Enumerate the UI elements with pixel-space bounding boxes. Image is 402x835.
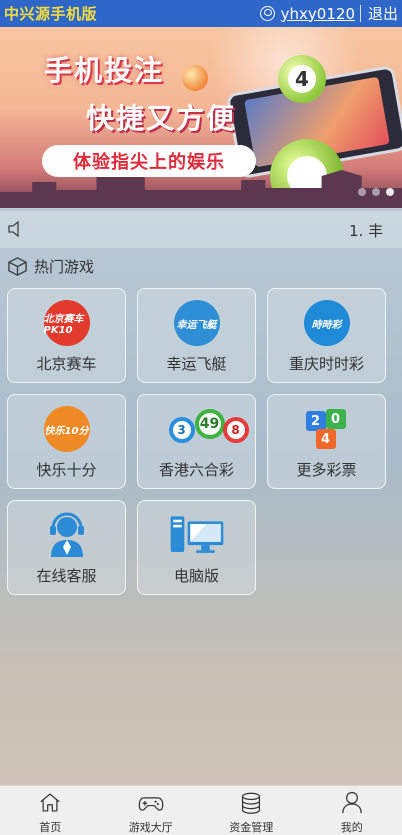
game-tile-more-lottery[interactable]: 2 0 4 更多彩票 <box>267 394 386 489</box>
divider <box>359 5 361 22</box>
banner-headline-2: 快捷又方便 <box>86 102 237 135</box>
lucky-airship-logo: 幸运飞艇 <box>173 300 220 346</box>
section-title: 热门游戏 <box>34 258 95 276</box>
customer-service-icon <box>49 512 84 557</box>
number-cards-icon: 2 0 4 <box>304 407 350 451</box>
game-tile-chongqing-ssc[interactable]: 時時彩 重庆时时彩 <box>267 288 386 383</box>
nav-label: 游戏大厅 <box>128 821 173 834</box>
home-icon <box>40 793 60 812</box>
banner-headline-1: 手机投注 <box>44 54 165 87</box>
section-header: 热门游戏 <box>7 256 94 277</box>
coins-icon <box>242 792 261 814</box>
lottery-balls-icon: 3 49 8 <box>168 409 249 449</box>
lottery-ball-small <box>182 65 208 91</box>
speaker-icon <box>8 220 19 238</box>
user-icon <box>259 6 275 21</box>
chongqing-ssc-logo: 時時彩 <box>303 300 350 346</box>
nav-label: 首页 <box>39 821 62 834</box>
carousel-dot[interactable] <box>372 188 380 196</box>
happy-ten-logo: 快乐10分 <box>43 406 90 452</box>
game-label: 重庆时时彩 <box>288 355 364 373</box>
game-tile-happy-ten[interactable]: 快乐10分 快乐十分 <box>7 394 126 489</box>
bottom-nav: 首页 游戏大厅 资金管理 我的 <box>0 785 402 835</box>
game-label: 电脑版 <box>173 567 219 585</box>
top-bar: 中兴源手机版 yhxy0120 退出 <box>0 0 402 27</box>
game-label: 幸运飞艇 <box>166 355 227 373</box>
gamepad-icon <box>138 797 164 811</box>
nav-home[interactable]: 首页 <box>0 786 101 835</box>
cube-icon <box>8 257 27 276</box>
notice-bar: 1. 丰 <box>0 211 402 248</box>
nav-funds[interactable]: 资金管理 <box>201 786 302 835</box>
game-label: 在线客服 <box>36 567 97 585</box>
app-brand: 中兴源手机版 <box>4 5 98 23</box>
desktop-computer-icon <box>170 516 223 553</box>
game-tile-beijing-racing[interactable]: 北京赛车 PK10 北京赛车 <box>7 288 126 383</box>
game-label: 北京赛车 <box>36 355 97 373</box>
logout-button[interactable]: 退出 <box>368 3 398 24</box>
lottery-ball-4: 4 <box>278 55 326 103</box>
banner-tagline: 体验指尖上的娱乐 <box>42 145 256 177</box>
tile-desktop-version[interactable]: 电脑版 <box>137 500 256 595</box>
game-label: 香港六合彩 <box>158 461 234 479</box>
notice-text: 1. 丰 <box>349 222 384 240</box>
carousel-dot-active[interactable] <box>386 188 394 196</box>
promo-banner[interactable]: 4 手机投注 快捷又方便 体验指尖上的娱乐 <box>0 27 402 208</box>
username-link[interactable]: yhxy0120 <box>281 5 355 23</box>
nav-mine[interactable]: 我的 <box>302 786 402 835</box>
game-tile-hk-mark-six[interactable]: 3 49 8 香港六合彩 <box>137 394 256 489</box>
nav-label: 我的 <box>340 821 363 834</box>
game-tile-lucky-airship[interactable]: 幸运飞艇 幸运飞艇 <box>137 288 256 383</box>
carousel-dots[interactable] <box>358 188 394 196</box>
game-label: 更多彩票 <box>296 461 357 479</box>
user-box: yhxy0120 退出 <box>259 3 398 24</box>
carousel-dot[interactable] <box>358 188 366 196</box>
nav-label: 资金管理 <box>229 821 274 834</box>
beijing-racing-logo: 北京赛车 PK10 <box>43 300 90 346</box>
user-icon <box>341 791 362 814</box>
nav-game-hall[interactable]: 游戏大厅 <box>101 786 202 835</box>
game-label: 快乐十分 <box>36 461 97 479</box>
tile-online-support[interactable]: 在线客服 <box>7 500 126 595</box>
